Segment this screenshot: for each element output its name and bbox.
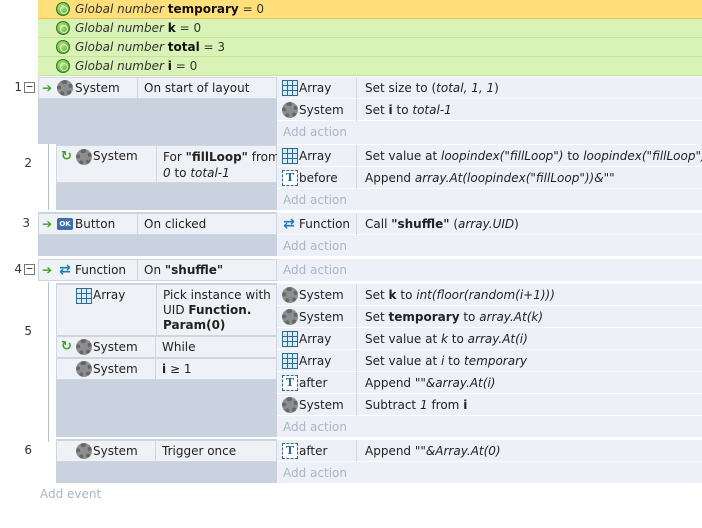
action-row[interactable]: T after Append ""&Array.At(0): [277, 440, 702, 462]
action-row[interactable]: T after Append ""&array.At(i): [277, 372, 702, 394]
action-row[interactable]: System Set temporary to array.At(k): [277, 306, 702, 328]
global-var-i[interactable]: Global number i = 0: [38, 57, 702, 76]
action-row[interactable]: Array Set size to (total, 1, 1): [277, 77, 702, 99]
condition-text: On start of layout: [144, 81, 250, 95]
condition-object: Button: [39, 214, 138, 234]
collapse-toggle[interactable]: −: [24, 81, 35, 93]
event-number: 3: [22, 216, 30, 230]
global-variable-icon: [56, 21, 70, 35]
event-number: 6: [24, 443, 32, 457]
condition-text: While: [162, 340, 196, 354]
event-number: 2: [24, 156, 32, 170]
event-4-condition[interactable]: ➔ ⇄ Function On "shuffle": [38, 259, 277, 281]
action-row[interactable]: T before Append array.At(loopindex("fill…: [277, 167, 702, 189]
action-row[interactable]: Array Set value at k to array.At(i): [277, 328, 702, 350]
add-action-link[interactable]: Add action: [283, 189, 347, 211]
event-5-condition-while[interactable]: ↻ System While: [56, 336, 277, 358]
action-row[interactable]: System Set i to total-1: [277, 99, 702, 121]
add-action-link[interactable]: Add action: [283, 121, 347, 143]
condition-text: Pick instance with UID Function. Param(0): [163, 288, 271, 332]
condition-object: System: [39, 78, 138, 98]
global-variable-icon: [56, 2, 70, 16]
condition-object: System: [57, 337, 156, 357]
event-1-condition[interactable]: ➔ System On start of layout: [38, 77, 277, 99]
tree-line: [48, 282, 49, 442]
event-2-condition[interactable]: ↻ System For "fillLoop" from 0 to total-1: [56, 145, 280, 183]
condition-object: Array: [93, 288, 126, 302]
event-number: 4: [14, 262, 22, 276]
tree-line: [48, 144, 49, 210]
add-action-link[interactable]: Add action: [283, 259, 347, 281]
condition-object: System: [57, 359, 156, 379]
global-var-name: temporary: [167, 2, 239, 16]
condition-object: Function: [39, 260, 138, 280]
add-action-link[interactable]: Add action: [283, 462, 347, 484]
condition-text: On "shuffle": [144, 263, 224, 277]
add-event-link[interactable]: Add event: [40, 487, 101, 501]
global-variable-icon: [56, 40, 70, 54]
global-variable-icon: [56, 59, 70, 73]
collapse-toggle[interactable]: −: [24, 263, 35, 275]
action-row[interactable]: System Set k to int(floor(random(i+1))): [277, 284, 702, 306]
event-6-condition[interactable]: System Trigger once: [56, 440, 277, 462]
action-row[interactable]: Array Set value at loopindex("fillLoop")…: [277, 145, 702, 167]
loop-icon: ↻: [61, 149, 72, 164]
event-5-condition-compare[interactable]: System i ≥ 1: [56, 358, 277, 380]
condition-object: System: [57, 441, 156, 461]
condition-text: For "fillLoop" from 0 to total-1: [163, 150, 280, 180]
global-var-k[interactable]: Global number k = 0: [38, 19, 702, 38]
global-var-temporary[interactable]: Global number temporary = 0: [38, 0, 702, 19]
add-action-link[interactable]: Add action: [283, 416, 347, 438]
condition-text: i ≥ 1: [162, 362, 192, 376]
event-number: 5: [24, 324, 32, 338]
event-5-condition-pick[interactable]: Array Pick instance with UID Function. Par…: [56, 284, 277, 336]
action-row[interactable]: System Subtract 1 from i: [277, 394, 702, 416]
global-var-name: k: [167, 21, 176, 35]
global-var-total[interactable]: Global number total = 3: [38, 38, 702, 57]
action-row[interactable]: ⇄ Function Call "shuffle" (array.UID): [277, 213, 702, 235]
event-3-condition[interactable]: ➔ OK Button On clicked: [38, 213, 277, 235]
event-number: 1: [14, 80, 22, 94]
global-var-name: total: [167, 40, 200, 54]
gear-icon: [76, 149, 92, 165]
array-icon: [76, 288, 92, 304]
action-row[interactable]: Array Set value at i to temporary: [277, 350, 702, 372]
add-action-link[interactable]: Add action: [283, 235, 347, 257]
condition-object: System: [93, 149, 138, 163]
global-var-name: i: [167, 59, 172, 73]
condition-text: On clicked: [144, 217, 207, 231]
condition-text: Trigger once: [162, 444, 237, 458]
